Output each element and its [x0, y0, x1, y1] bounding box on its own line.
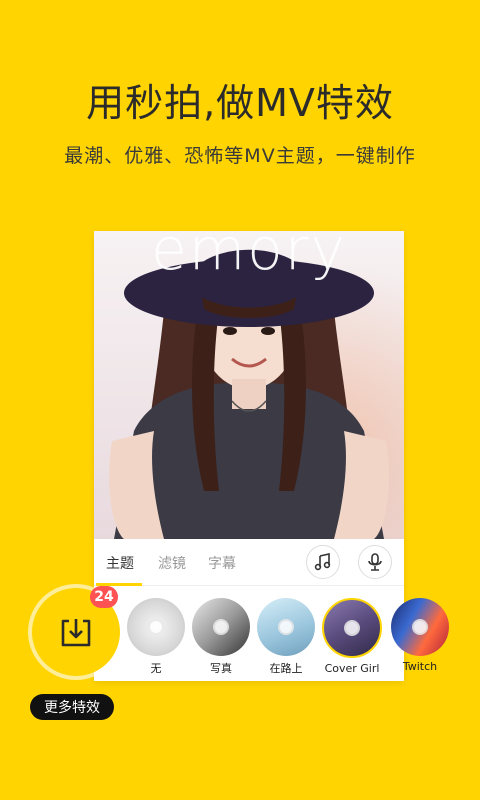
microphone-icon	[368, 553, 382, 571]
tab-filter[interactable]: 滤镜	[158, 553, 186, 573]
theme-item-on-the-road[interactable]: 在路上	[256, 598, 316, 676]
headline: 用秒拍,做MV特效	[86, 81, 394, 125]
theme-label: 无	[150, 662, 162, 675]
theme-thumbnail	[257, 598, 315, 656]
disc-hole	[412, 619, 428, 635]
theme-label: 写真	[210, 662, 232, 675]
theme-item-portrait[interactable]: 写真	[191, 598, 251, 676]
subheadline: 最潮、优雅、恐怖等MV主题，一键制作	[64, 145, 416, 167]
disc-hole	[344, 620, 360, 636]
theme-label: 在路上	[269, 662, 303, 675]
theme-item-cover-girl[interactable]: Cover Girl	[322, 598, 382, 675]
tab-subtitle[interactable]: 字幕	[208, 553, 236, 573]
tab-theme[interactable]: 主题	[106, 553, 134, 573]
theme-label: Twitch	[402, 660, 438, 673]
theme-label: Cover Girl	[324, 662, 380, 675]
preview-photo[interactable]: emory	[94, 231, 404, 539]
voice-button[interactable]	[358, 545, 392, 579]
download-tray-icon	[61, 619, 91, 647]
disc-hole	[278, 619, 294, 635]
theme-item-twitch[interactable]: Twitch	[390, 598, 450, 673]
music-note-icon	[314, 553, 331, 571]
download-count-badge: 24	[90, 586, 118, 608]
more-effects-button[interactable]: 更多特效	[30, 694, 114, 720]
preview-overlay-text: emory	[151, 231, 347, 283]
disc-hole	[148, 619, 164, 635]
music-button[interactable]	[306, 545, 340, 579]
theme-thumbnail	[127, 598, 185, 656]
theme-thumbnail	[322, 598, 382, 658]
editor-tabs: 主题 滤镜 字幕	[94, 539, 404, 586]
disc-hole	[213, 619, 229, 635]
theme-thumbnail	[192, 598, 250, 656]
theme-item-none[interactable]: 无	[126, 598, 186, 676]
theme-thumbnail	[391, 598, 449, 656]
